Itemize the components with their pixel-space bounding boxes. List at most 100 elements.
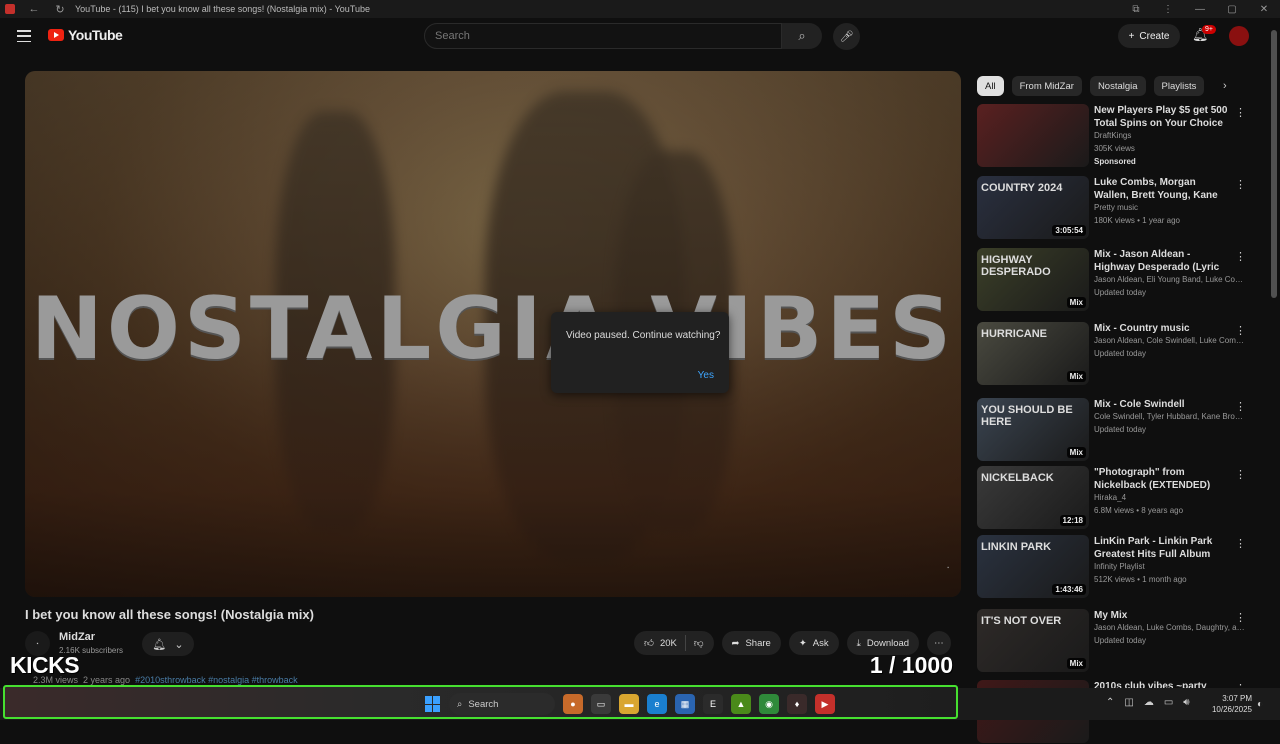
recommendation-item[interactable]: YOU SHOULD BE HERE Mix Mix - Cole Swindell… xyxy=(977,398,1247,462)
player-overlay-title: NOSTALGIA VIBES xyxy=(30,279,956,379)
thumbnail-caption: HURRICANE xyxy=(981,328,1047,340)
more-vertical-icon[interactable]: ⋮ xyxy=(1235,468,1246,481)
more-vertical-icon[interactable]: ⋮ xyxy=(1235,611,1246,624)
recommendation-item[interactable]: LINKIN PARK 1:43:46 LinKin Park - Linkin P… xyxy=(977,535,1247,599)
recommendation-title[interactable]: Mix - Country music xyxy=(1094,322,1232,335)
like-button[interactable]: 👍︎ 20K xyxy=(644,637,677,650)
ask-button[interactable]: ✦ Ask xyxy=(788,631,839,655)
more-horizontal-icon: ⋯ xyxy=(934,637,944,649)
search-icon: ⌕ xyxy=(798,28,806,43)
microsoft-store-icon[interactable]: ▦ xyxy=(675,694,695,714)
scrollbar[interactable] xyxy=(1271,30,1277,298)
task-view-icon[interactable]: ▭ xyxy=(591,694,611,714)
volume-icon[interactable]: 🔊︎ xyxy=(1183,697,1189,708)
recommendation-item[interactable]: New Players Play $5 get 500 Total Spins … xyxy=(977,104,1247,168)
more-vertical-icon[interactable]: ⋮ xyxy=(1235,537,1246,550)
chip-nostalgia[interactable]: Nostalgia xyxy=(1089,76,1146,96)
reload-icon[interactable]: ↻ xyxy=(53,3,67,16)
share-icon: ➦ xyxy=(731,637,740,649)
more-vertical-icon[interactable]: ⋮ xyxy=(1235,324,1246,337)
recommendation-thumbnail[interactable] xyxy=(977,104,1089,167)
youtube-favicon-icon xyxy=(5,4,15,14)
recommendation-item[interactable]: HIGHWAY DESPERADO Mix Mix - Jason Aldean -… xyxy=(977,248,1247,312)
notification-center-icon[interactable]: ◐ xyxy=(1257,699,1263,710)
minimize-button[interactable]: — xyxy=(1184,4,1216,15)
share-label: Share xyxy=(745,637,771,649)
chip-playlists[interactable]: Playlists xyxy=(1153,76,1205,96)
recommendation-thumbnail[interactable]: COUNTRY 2024 3:05:54 xyxy=(977,176,1089,239)
chip-from-midzar[interactable]: From MidZar xyxy=(1011,76,1082,96)
weather-widget-icon[interactable]: ● xyxy=(563,694,583,714)
recommendation-title[interactable]: Mix - Jason Aldean - Highway Desperado (… xyxy=(1094,248,1232,274)
more-vertical-icon[interactable]: ⋮ xyxy=(1235,106,1246,119)
recommendation-thumbnail[interactable]: LINKIN PARK 1:43:46 xyxy=(977,535,1089,598)
file-explorer-icon[interactable]: ▬ xyxy=(619,694,639,714)
taskbar-search[interactable]: ⌕ Search xyxy=(449,693,555,715)
recommendation-title[interactable]: My Mix xyxy=(1094,609,1232,622)
recommendation-item[interactable]: HURRICANE Mix Mix - Country music Jason Ald… xyxy=(977,322,1247,386)
cloud-icon[interactable]: ☁︎ xyxy=(1144,697,1154,708)
chevron-right-icon[interactable]: › xyxy=(1223,80,1227,92)
youtube-logo[interactable]: YouTube xyxy=(48,27,123,43)
nvidia-icon[interactable]: ▲ xyxy=(731,694,751,714)
tab-title: YouTube - (115) I bet you know all these… xyxy=(75,4,370,14)
more-vertical-icon[interactable]: ⋮ xyxy=(1235,250,1246,263)
recommendation-thumbnail[interactable]: HURRICANE Mix xyxy=(977,322,1089,385)
recommendation-item[interactable]: COUNTRY 2024 3:05:54 Luke Combs, Morgan Wa… xyxy=(977,176,1247,240)
epic-games-icon[interactable]: E xyxy=(703,694,723,714)
subscription-bell-button[interactable]: 🔔︎ ⌄ xyxy=(142,632,194,656)
battery-icon[interactable]: ▭ xyxy=(1164,697,1173,708)
chrome-browser-icon[interactable]: ◉ xyxy=(759,694,779,714)
duration-badge: Mix xyxy=(1066,658,1086,669)
clock-date: 10/26/2025 xyxy=(1211,705,1252,714)
maximize-button[interactable]: ▢ xyxy=(1216,4,1248,15)
continue-yes-button[interactable]: Yes xyxy=(698,370,714,381)
video-player[interactable]: NOSTALGIA VIBES ▪ xyxy=(25,71,961,597)
duration-badge: 1:43:46 xyxy=(1052,584,1086,595)
recommendation-title[interactable]: New Players Play $5 get 500 Total Spins … xyxy=(1094,104,1232,130)
share-button[interactable]: ➦ Share xyxy=(721,631,781,655)
recommendation-thumbnail[interactable]: IT'S NOT OVER Mix xyxy=(977,609,1089,672)
plus-icon: + xyxy=(1128,30,1135,42)
arrow-left-icon[interactable]: ← xyxy=(27,3,41,15)
more-vertical-icon[interactable]: ⋮ xyxy=(1235,400,1246,413)
windows-start-icon[interactable] xyxy=(425,696,441,712)
youtube-app-icon[interactable]: ▶ xyxy=(815,694,835,714)
video-tags[interactable]: #2010sthrowback #nostalgia #throwback xyxy=(135,675,298,685)
channel-name[interactable]: MidZar xyxy=(59,631,95,643)
recommendation-meta: 305K views xyxy=(1094,144,1135,153)
maps-pin-icon[interactable]: ♦ xyxy=(787,694,807,714)
voice-search-button[interactable]: 🎤︎ xyxy=(833,23,860,50)
taskbar-search-label: Search xyxy=(468,698,499,710)
thumbs-down-icon[interactable]: 👎︎ xyxy=(694,637,704,649)
recommendation-thumbnail[interactable]: NICKELBACK 12:18 xyxy=(977,466,1089,529)
recommendation-title[interactable]: Luke Combs, Morgan Wallen, Brett Young, … xyxy=(1094,176,1232,202)
extensions-icon[interactable]: ⧉ xyxy=(1120,4,1152,15)
recommendation-item[interactable]: IT'S NOT OVER Mix My Mix Jason Aldean, Luke… xyxy=(977,609,1247,673)
recommendation-thumbnail[interactable]: YOU SHOULD BE HERE Mix xyxy=(977,398,1089,461)
close-button[interactable]: ✕ xyxy=(1248,4,1280,15)
browser-titlebar: ← ↻ YouTube - (115) I bet you know all t… xyxy=(0,0,1280,18)
sparkle-icon: ✦ xyxy=(798,637,807,649)
account-avatar[interactable] xyxy=(1229,26,1249,46)
recommendation-meta: Updated today xyxy=(1094,425,1147,434)
hamburger-menu-icon[interactable] xyxy=(17,30,31,42)
search-input[interactable]: Search xyxy=(424,23,782,49)
recommendation-title[interactable]: LinKin Park - Linkin Park Greatest Hits … xyxy=(1094,535,1232,561)
taskbar-clock[interactable]: 3:07 PM 10/26/2025 xyxy=(1208,693,1252,715)
recommendation-item[interactable]: NICKELBACK 12:18 "Photograph" from Nickelb… xyxy=(977,466,1247,530)
like-divider xyxy=(684,635,686,651)
edge-browser-icon[interactable]: e xyxy=(647,694,667,714)
thumbnail-caption: COUNTRY 2024 xyxy=(981,182,1063,194)
recommendation-thumbnail[interactable]: HIGHWAY DESPERADO Mix xyxy=(977,248,1089,311)
create-button[interactable]: + Create xyxy=(1118,24,1180,48)
tray-app-icon[interactable]: ◫ xyxy=(1124,697,1133,708)
chip-all[interactable]: All xyxy=(977,76,1004,96)
more-menu-icon[interactable]: ⋮ xyxy=(1152,4,1184,15)
tray-chevron-up-icon[interactable]: ⌃ xyxy=(1106,697,1114,708)
recommendation-title[interactable]: Mix - Cole Swindell xyxy=(1094,398,1232,411)
recommendation-title[interactable]: "Photograph" from Nickelback (EXTENDED) xyxy=(1094,466,1232,492)
duration-badge: Mix xyxy=(1066,447,1086,458)
more-vertical-icon[interactable]: ⋮ xyxy=(1235,178,1246,191)
search-button[interactable]: ⌕ xyxy=(782,23,822,49)
